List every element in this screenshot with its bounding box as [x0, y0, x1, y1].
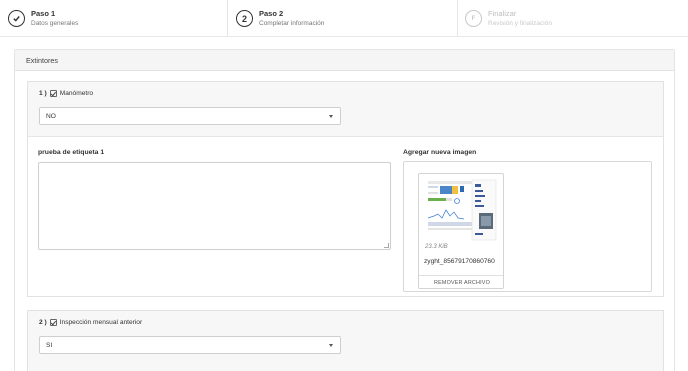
- step-3-title: Finalizar: [488, 8, 517, 18]
- question-2-number: 2 ): [39, 319, 47, 326]
- checkbox-icon: [49, 90, 57, 97]
- question-1-label: 1 ) Manómetro: [39, 90, 663, 97]
- step-2-number: 2: [236, 10, 253, 27]
- file-name: zyght_85679170860760: [424, 258, 495, 265]
- step-3-badge: F: [465, 10, 482, 27]
- step-2-subtitle: Completar información: [259, 19, 325, 27]
- question-1-number: 1 ): [39, 90, 47, 97]
- resize-handle-icon[interactable]: [384, 243, 389, 248]
- question-2-text: Inspección mensual anterior: [59, 319, 143, 326]
- wizard-stepper: Paso 1 Datos generales 2 Paso 2 Completa…: [0, 0, 688, 37]
- text-field-label: prueba de etiqueta 1: [38, 149, 105, 156]
- step-finalizar: F Finalizar Revisión y finalización: [465, 0, 552, 37]
- question-card-2: 2 ) Inspección mensual anterior SI: [27, 310, 664, 371]
- question-1-select[interactable]: NO: [39, 107, 341, 125]
- step-1-title: Paso 1: [31, 8, 56, 18]
- step-2-title: Paso 2: [259, 8, 284, 18]
- check-icon: [8, 10, 25, 27]
- image-field-label: Agregar nueva imagen: [403, 149, 477, 156]
- file-preview-card: 23.3 KiB zyght_85679170860760 REMOVER AR…: [418, 173, 504, 289]
- step-1[interactable]: Paso 1 Datos generales: [8, 0, 78, 37]
- question-2-select[interactable]: SI: [39, 336, 341, 354]
- step-3-subtitle: Revisión y finalización: [488, 19, 552, 27]
- step-2[interactable]: 2 Paso 2 Completar información: [236, 0, 324, 37]
- remove-file-button[interactable]: REMOVER ARCHIVO: [419, 275, 503, 288]
- section-title: Extintores: [15, 50, 674, 71]
- step-divider: [457, 0, 458, 37]
- step-divider: [227, 0, 228, 37]
- checkbox-icon: [49, 319, 57, 326]
- step-1-subtitle: Datos generales: [31, 19, 79, 27]
- image-dropzone[interactable]: 23.3 KiB zyght_85679170860760 REMOVER AR…: [403, 161, 652, 292]
- question-1-text: Manómetro: [59, 90, 94, 97]
- section-card: Extintores 1 ) Manómetro NO prueba de et…: [14, 49, 675, 371]
- question-2-label: 2 ) Inspección mensual anterior: [39, 319, 663, 326]
- question-2-selected-value: SI: [46, 342, 53, 349]
- file-size: 23.3 KiB: [425, 244, 448, 250]
- text-area[interactable]: [38, 162, 391, 250]
- question-card-1: 1 ) Manómetro NO prueba de etiqueta 1 Ag…: [27, 81, 664, 297]
- question-1-selected-value: NO: [46, 113, 56, 120]
- caret-down-icon: [329, 344, 333, 347]
- image-thumbnail: [424, 178, 498, 242]
- caret-down-icon: [329, 115, 333, 118]
